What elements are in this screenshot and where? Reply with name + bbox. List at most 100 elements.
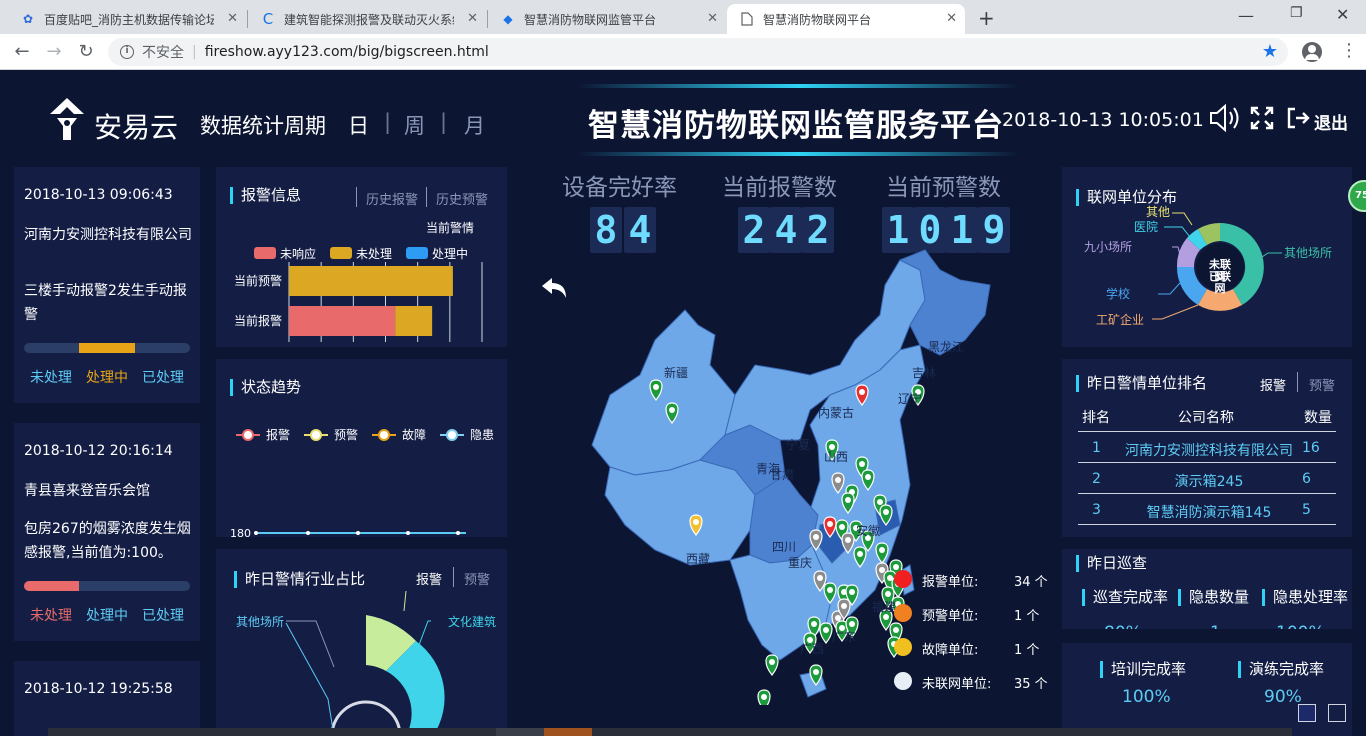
forward-icon[interactable]: → [44,42,64,62]
status-processed[interactable]: 已处理 [142,367,184,387]
map-pin-dot [865,474,871,480]
patrol-metric-label: 隐患处理率 [1262,589,1348,606]
new-tab-icon[interactable]: + [978,6,995,30]
alert-card[interactable]: 2018-10-12 20:16:14 青县喜来登音乐会馆 包房267的烟雾浓度… [14,423,200,641]
period-week[interactable]: 周 [404,110,425,140]
alert-card[interactable]: 2018-10-13 09:06:43 河南力安测控科技有限公司 三楼手动报警2… [14,167,200,403]
period-divider: | [384,110,392,134]
alert-progress [24,343,190,353]
bottom-strip [592,728,1292,736]
table-row[interactable]: 3 智慧消防演示箱145 5 [1078,494,1336,524]
back-arrow-icon[interactable] [540,276,568,304]
stat-label-warning-count: 当前预警数 [886,175,1001,201]
view-toggle-dark-icon[interactable] [1298,704,1316,722]
document-icon [739,11,755,27]
bar-segment[interactable] [289,266,453,296]
status-processing[interactable]: 处理中 [86,605,128,625]
line-point [456,531,460,535]
browser-tab-platform[interactable]: ◆ 智慧消防物联网监管平台 ✕ [488,4,726,34]
legend-label[interactable]: 预警 [334,427,358,442]
period-month[interactable]: 月 [464,110,485,140]
legend-label[interactable]: 报警 [266,427,290,442]
security-label: 不安全 [142,45,184,61]
close-tab-icon[interactable]: ✕ [707,11,718,26]
tab-alarm[interactable]: 报警 [1260,375,1286,394]
map-pin-dot [811,621,817,627]
legend-label: 故障单位: [922,643,979,658]
tab-warning[interactable]: 预警 [1309,375,1335,394]
donut-label-hospital: 医院 [1134,220,1159,234]
browser-tab-bar: ✿ 百度贴吧_消防主机数据传输论坛 ✕ C 建筑智能探测报警及联动灭火系统 ✕ … [0,0,1366,34]
period-day[interactable]: 日 [348,110,369,140]
status-processing[interactable]: 处理中 [86,367,128,387]
close-tab-icon[interactable]: ✕ [946,11,957,26]
alert-progress-active [79,343,135,353]
status-unprocessed[interactable]: 未处理 [30,605,72,625]
map-pin-dot [813,534,819,540]
restore-icon[interactable]: ❐ [1290,5,1303,21]
fullscreen-icon[interactable] [1250,106,1274,134]
browser-tab-baidu[interactable]: ✿ 百度贴吧_消防主机数据传输论坛 ✕ [8,4,246,34]
status-processed[interactable]: 已处理 [142,605,184,625]
alert-card[interactable]: 2018-10-12 19:25:58 [14,661,200,736]
legend-label: 预警单位: [922,609,979,624]
browser-tab-system[interactable]: C 建筑智能探测报警及联动灭火系统 ✕ [248,4,486,34]
trend-line-chart: 报警预警故障隐患18009-1309-2009-2710-0410-11 [230,427,494,537]
distribution-panel: 联网单位分布 未联网 已联网 其他 医院 九小场所 学校 工矿企业 其他场所 [1062,167,1352,347]
legend-dot-icon [894,672,912,690]
bar-segment[interactable] [289,306,396,336]
legend-label: 未联网单位: [922,677,992,692]
close-window-icon[interactable]: ✕ [1336,5,1349,24]
legend-label[interactable]: 隐患 [470,428,494,442]
browser-menu-icon[interactable]: ⋮ [1340,41,1358,61]
alert-company: 河南力安测控科技有限公司 [24,227,192,243]
map-pin-dot [893,564,899,570]
map-pin-dot [857,551,863,557]
logout-icon[interactable] [1286,106,1310,134]
map-label-fujian: 福建 [872,600,897,614]
training-label: 演练完成率 [1238,661,1324,678]
logo-icon [48,96,86,146]
map-label-jilin: 吉林 [912,366,937,380]
map-pin-dot [859,461,865,467]
industry-panel: 昨日警情行业占比 报警 预警 其他场所 文化建筑 [216,549,507,736]
url-field[interactable]: i 不安全 | fireshow.ayy123.com/big/bigscree… [108,38,1288,66]
back-icon[interactable]: ← [12,42,32,62]
count-cell: 5 [1302,502,1311,518]
legend-swatch [254,247,276,259]
ranking-header-rank: 排名 [1082,410,1110,426]
legend-label[interactable]: 未处理 [356,247,392,261]
map-pin-dot [849,621,855,627]
current-datetime: 2018-10-13 10:05:01 [1002,109,1204,131]
company-cell: 演示箱245 [1174,474,1244,490]
sound-icon[interactable] [1208,102,1244,138]
address-bar: ← → ↻ i 不安全 | fireshow.ayy123.com/big/bi… [0,34,1366,70]
legend-label[interactable]: 处理中 [432,246,468,261]
view-toggle-light-icon[interactable] [1328,704,1346,722]
minimize-icon[interactable]: — [1238,6,1254,25]
status-unprocessed[interactable]: 未处理 [30,367,72,387]
training-panel: 培训完成率 演练完成率 100% 90% [1062,643,1352,736]
legend-label[interactable]: 故障 [402,427,426,442]
bottom-strip [48,728,496,736]
bookmark-star-icon[interactable]: ★ [1262,41,1278,62]
legend-count: 35 个 [1014,677,1048,692]
logout-label[interactable]: 退出 [1314,109,1348,134]
browser-tab-active[interactable]: 智慧消防物联网平台 ✕ [727,4,965,34]
map-pin-dot [849,589,855,595]
baidu-paw-icon: ✿ [22,12,34,26]
close-tab-icon[interactable]: ✕ [227,11,238,26]
reload-icon[interactable]: ↻ [76,42,96,62]
info-icon[interactable]: i [120,45,134,59]
map-pin-dot [761,694,767,700]
alert-company: 青县喜来登音乐会馆 [24,483,150,499]
table-row[interactable]: 1 河南力安测控科技有限公司 16 [1078,432,1336,462]
panel-title: 昨日巡查 [1076,555,1147,572]
legend-label[interactable]: 未响应 [280,246,316,261]
bar-segment[interactable] [395,306,433,336]
profile-avatar-icon[interactable] [1302,42,1322,62]
table-row[interactable]: 2 演示箱245 6 [1078,463,1336,493]
rank-cell: 1 [1092,440,1101,456]
close-tab-icon[interactable]: ✕ [467,11,478,26]
training-label: 培训完成率 [1100,661,1186,678]
